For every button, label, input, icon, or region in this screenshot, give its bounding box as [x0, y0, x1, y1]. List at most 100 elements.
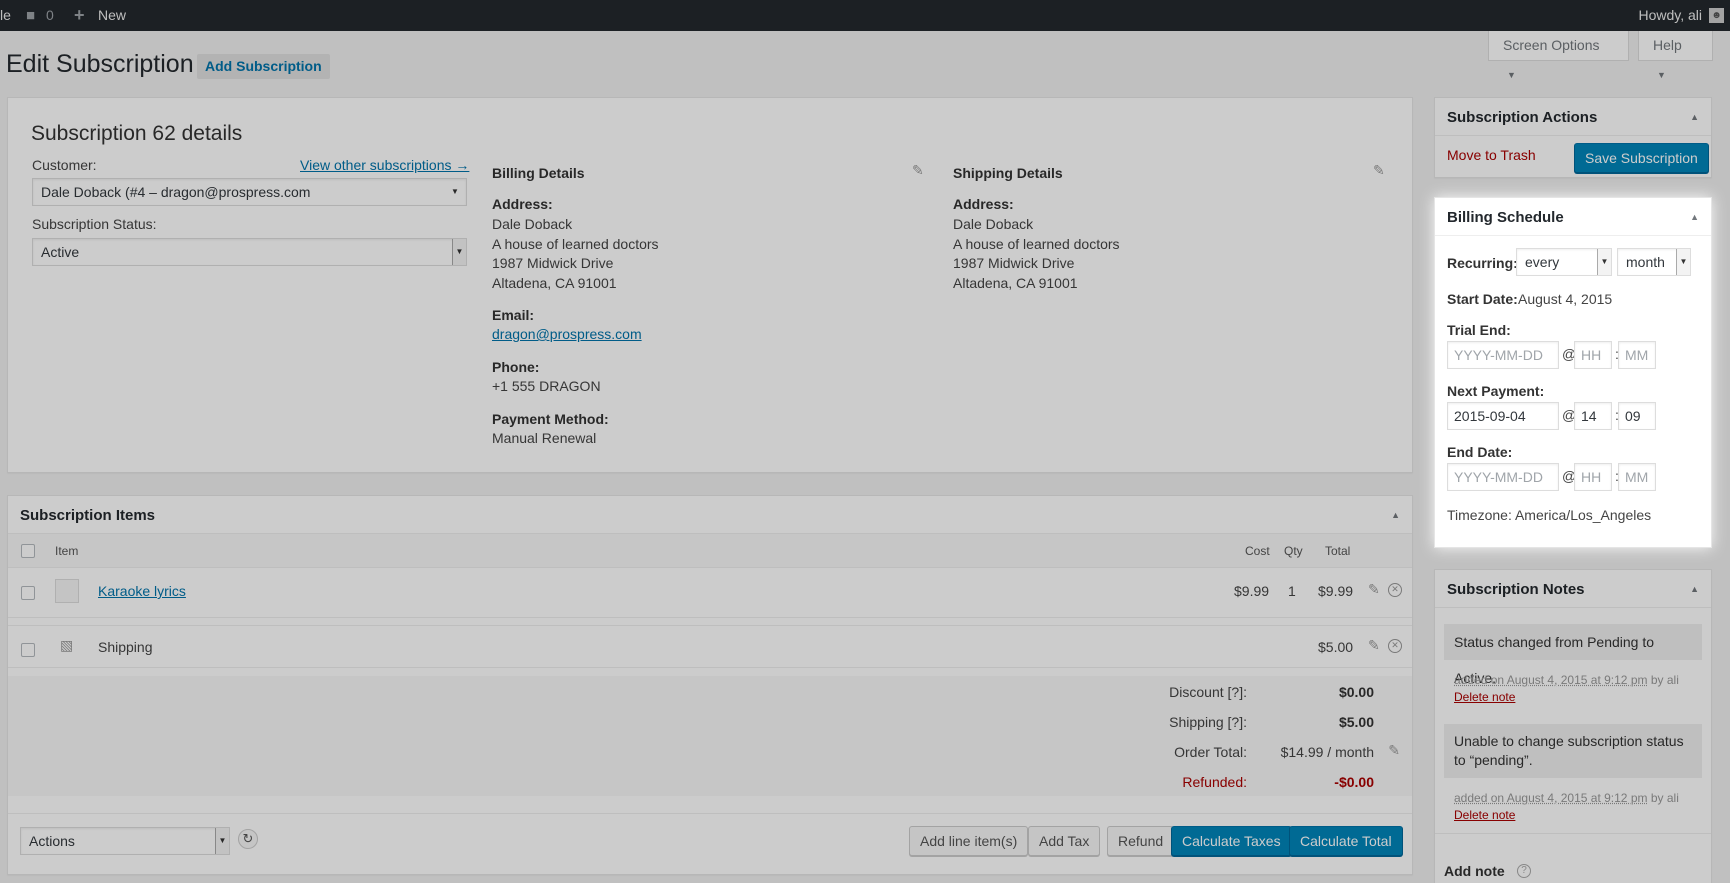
howdy-user[interactable]: Howdy, ali — [1638, 0, 1702, 31]
recurring-label: Recurring: — [1447, 255, 1518, 271]
status-select-value: Active — [41, 244, 80, 260]
add-tax-button[interactable]: Add Tax — [1028, 826, 1101, 856]
screen-options-tab[interactable]: Screen Options ▼ — [1488, 31, 1629, 80]
add-line-items-button[interactable]: Add line item(s) — [909, 826, 1029, 856]
move-to-trash-link[interactable]: Move to Trash — [1447, 147, 1536, 163]
calculate-total-button[interactable]: Calculate Total — [1289, 826, 1403, 856]
toggle-arrow-icon[interactable]: ▲ — [1690, 584, 1699, 594]
caret-down-icon: ▼ — [1676, 249, 1690, 275]
comments-count[interactable]: 0 — [46, 0, 54, 31]
shipping-address: Dale Doback A house of learned doctors 1… — [953, 215, 1120, 293]
items-title: Subscription Items — [20, 507, 156, 524]
next-payment-hour-input[interactable] — [1574, 402, 1612, 430]
details-title: Subscription 62 details — [31, 122, 243, 145]
end-date-minute-input[interactable] — [1618, 463, 1656, 491]
caret-down-icon: ▼ — [452, 239, 466, 265]
save-subscription-button[interactable]: Save Subscription — [1574, 143, 1709, 173]
avatar[interactable]: ☻ — [1709, 8, 1724, 23]
calculate-taxes-button[interactable]: Calculate Taxes — [1171, 826, 1292, 856]
address-line: Dale Doback — [953, 216, 1034, 232]
row-checkbox[interactable] — [21, 643, 35, 657]
toggle-arrow-icon[interactable]: ▲ — [1690, 212, 1699, 222]
edit-item-pencil-icon[interactable]: ✎ — [1368, 581, 1380, 598]
caret-down-icon: ▼ — [1597, 249, 1611, 275]
note-date: added on August 4, 2015 at 9:12 pm — [1454, 791, 1648, 805]
order-total-value: $14.99 / month — [1280, 744, 1374, 760]
subscription-actions-box: Subscription Actions ▲ Move to Trash Sav… — [1434, 97, 1712, 178]
customer-select[interactable]: Dale Doback (#4 – dragon@prospress.com ▼ — [32, 178, 467, 206]
edit-billing-pencil-icon[interactable]: ✎ — [912, 162, 924, 179]
delete-note-link[interactable]: Delete note — [1454, 690, 1515, 704]
address-line: Dale Doback — [492, 216, 573, 232]
refresh-icon[interactable]: ↻ — [238, 829, 258, 849]
billing-email-link[interactable]: dragon@prospress.com — [492, 326, 642, 342]
items-header-row: Item Cost Qty Total — [8, 534, 1412, 568]
trial-end-hour-input[interactable] — [1574, 341, 1612, 369]
timezone-text: Timezone: America/Los_Angeles — [1447, 507, 1652, 523]
trial-end-date-input[interactable] — [1447, 341, 1559, 369]
plus-icon[interactable]: + — [74, 0, 85, 31]
delete-shipping-icon[interactable]: ✕ — [1388, 639, 1402, 653]
row-checkbox[interactable] — [21, 586, 35, 600]
period-select[interactable]: month ▼ — [1617, 248, 1691, 276]
screen-options-label: Screen Options — [1503, 37, 1600, 53]
help-tab[interactable]: Help ▼ — [1638, 31, 1713, 80]
comment-icon[interactable]: ■ — [26, 0, 35, 31]
edit-shipping-pencil-icon[interactable]: ✎ — [1373, 162, 1385, 179]
end-date-input[interactable] — [1447, 463, 1559, 491]
interval-select-value: every — [1525, 254, 1560, 270]
subscription-details-box: Subscription 62 details Customer: View o… — [7, 97, 1413, 473]
refund-button[interactable]: Refund — [1107, 826, 1175, 856]
site-name-link[interactable]: le — [0, 0, 11, 31]
refunded-label: Refunded: — [1182, 774, 1247, 790]
delete-note-link[interactable]: Delete note — [1454, 808, 1515, 822]
toggle-arrow-icon[interactable]: ▲ — [1391, 510, 1400, 520]
address-line: Altadena, CA 91001 — [492, 274, 617, 291]
edit-shipping-pencil-icon[interactable]: ✎ — [1368, 637, 1380, 654]
note-author: by ali — [1650, 673, 1679, 687]
select-all-checkbox[interactable] — [21, 544, 35, 558]
payment-method: Manual Renewal — [492, 430, 597, 446]
next-payment-date-input[interactable] — [1447, 402, 1559, 430]
discount-label: Discount [?]: — [1169, 684, 1247, 700]
discount-value: $0.00 — [1338, 684, 1374, 700]
shipping-total-label: Shipping [?]: — [1169, 714, 1247, 730]
col-total: Total — [1325, 544, 1351, 558]
help-icon[interactable]: ? — [1517, 864, 1531, 878]
caret-down-icon: ▼ — [215, 828, 229, 854]
start-date-label: Start Date: — [1447, 291, 1518, 307]
interval-select[interactable]: every ▼ — [1516, 248, 1612, 276]
view-other-subscriptions-link[interactable]: View other subscriptions → — [300, 157, 469, 173]
shipping-total-value: $5.00 — [1338, 714, 1374, 730]
billing-address-label: Address: — [492, 196, 553, 212]
actions-select-value: Actions — [29, 833, 75, 849]
customer-label: Customer: — [32, 157, 97, 173]
product-link[interactable]: Karaoke lyrics — [98, 583, 186, 599]
delete-item-icon[interactable]: ✕ — [1388, 583, 1402, 597]
subscription-notes-box: Subscription Notes ▲ Status changed from… — [1434, 569, 1712, 883]
period-select-value: month — [1626, 254, 1665, 270]
status-label: Subscription Status: — [32, 216, 157, 232]
status-select[interactable]: Active ▼ — [32, 238, 467, 266]
shipping-total: $5.00 — [1318, 639, 1354, 655]
page-title: Edit Subscription — [6, 50, 194, 78]
add-note-label: Add note — [1444, 863, 1505, 879]
next-payment-minute-input[interactable] — [1618, 402, 1656, 430]
caret-down-icon: ▼ — [1657, 70, 1666, 80]
payment-method-label: Payment Method: — [492, 411, 609, 427]
end-date-hour-input[interactable] — [1574, 463, 1612, 491]
toggle-arrow-icon[interactable]: ▲ — [1690, 112, 1699, 122]
new-link[interactable]: New — [98, 0, 126, 31]
trial-end-label: Trial End: — [1447, 322, 1511, 338]
actions-select[interactable]: Actions ▼ — [20, 827, 230, 855]
address-line: A house of learned doctors — [492, 235, 659, 252]
totals-section: Discount [?]: $0.00 Shipping [?]: $5.00 … — [8, 676, 1412, 796]
add-subscription-button[interactable]: Add Subscription — [197, 54, 330, 79]
address-line: A house of learned doctors — [953, 235, 1120, 252]
schedule-title: Billing Schedule — [1447, 209, 1564, 226]
address-line: Altadena, CA 91001 — [953, 274, 1078, 291]
trial-end-minute-input[interactable] — [1618, 341, 1656, 369]
item-cost: $9.99 — [1234, 583, 1270, 599]
actions-title: Subscription Actions — [1447, 109, 1598, 126]
edit-total-pencil-icon[interactable]: ✎ — [1388, 742, 1400, 759]
